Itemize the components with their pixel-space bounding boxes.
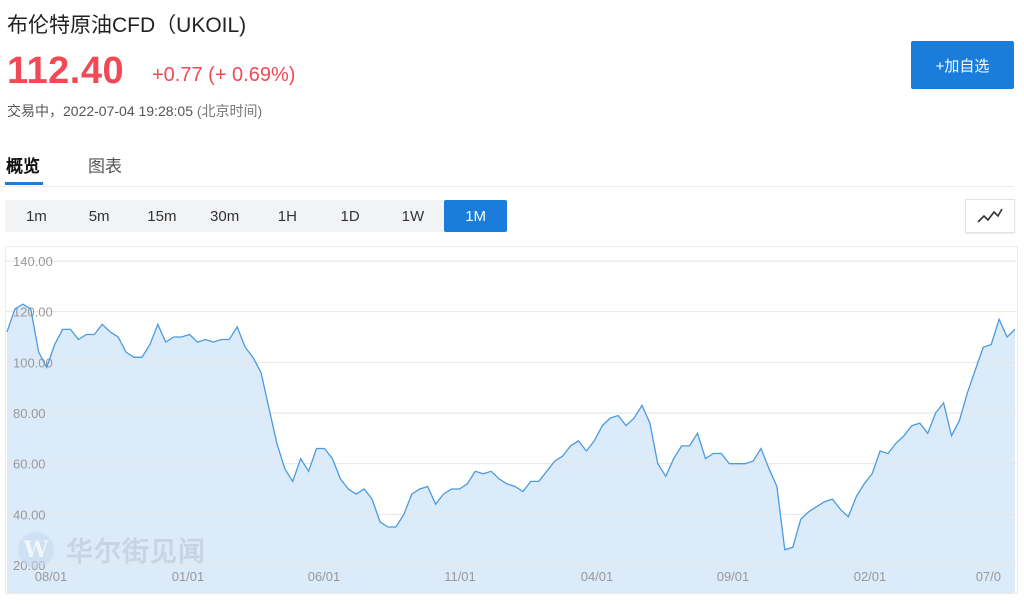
current-price: 112.40 [7, 50, 125, 92]
y-tick-label: 80.00 [13, 406, 46, 421]
trading-status: 交易中，2022-07-04 19:28:05 (北京时间) [7, 101, 262, 121]
period-1d[interactable]: 1D [319, 200, 382, 232]
period-15m[interactable]: 15m [131, 200, 194, 232]
y-tick-label: 60.00 [13, 457, 46, 472]
period-selector: 1m 5m 15m 30m 1H 1D 1W 1M [5, 200, 507, 232]
x-tick-label: 04/01 [581, 569, 614, 584]
tab-bar: 概览 图表 [0, 150, 1014, 187]
period-1h[interactable]: 1H [256, 200, 319, 232]
x-tick-label: 02/01 [854, 569, 887, 584]
watermark-logo-icon: W [18, 531, 54, 568]
line-chart-icon [977, 208, 1003, 223]
y-tick-label: 40.00 [13, 507, 46, 522]
period-1w[interactable]: 1W [382, 200, 445, 232]
x-tick-label: 01/01 [172, 569, 205, 584]
period-1mo[interactable]: 1M [444, 200, 507, 232]
x-tick-label: 06/01 [308, 569, 341, 584]
x-tick-label: 07/0 [976, 569, 1001, 584]
active-tab-indicator [5, 182, 43, 185]
period-1m[interactable]: 1m [5, 200, 68, 232]
watermark-text: 华尔街见闻 [66, 537, 206, 568]
x-tick-label: 08/01 [35, 569, 68, 584]
tab-chart[interactable]: 图表 [88, 152, 122, 177]
period-5m[interactable]: 5m [68, 200, 131, 232]
x-tick-label: 09/01 [717, 569, 750, 584]
watermark: W 华尔街见闻 [18, 530, 206, 569]
instrument-title: 布伦特原油CFD（UKOIL) [7, 14, 247, 37]
chart-type-button[interactable] [965, 199, 1015, 233]
add-watchlist-button[interactable]: +加自选 [911, 41, 1014, 89]
period-30m[interactable]: 30m [193, 200, 256, 232]
status-text: 交易中， [7, 103, 63, 119]
price-change: +0.77 (+ 0.69%) [152, 64, 296, 86]
y-tick-label: 140.00 [13, 254, 53, 269]
tab-overview[interactable]: 概览 [6, 152, 40, 177]
timestamp: 2022-07-04 19:28:05 [63, 103, 193, 119]
timezone-label: (北京时间) [196, 103, 263, 119]
x-tick-label: 11/01 [444, 569, 476, 584]
